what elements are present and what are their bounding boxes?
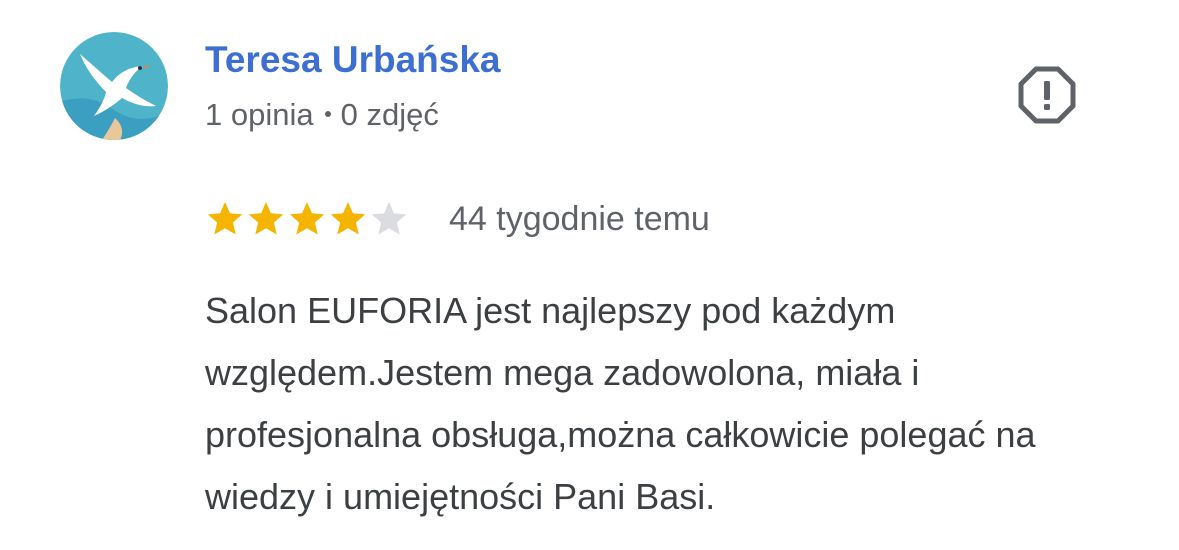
star-filled-icon <box>287 200 327 236</box>
author-meta: 1 opinia 0 zdjęć <box>205 96 439 134</box>
review-date: 44 tygodnie temu <box>449 200 710 238</box>
author-name[interactable]: Teresa Urbańska <box>205 38 500 82</box>
report-icon <box>1018 66 1076 124</box>
reviews-count: 1 opinia <box>205 97 314 132</box>
review-card: Teresa Urbańska 1 opinia 0 zdjęć 44 tygod… <box>0 0 1179 550</box>
star-filled-icon <box>205 200 245 236</box>
separator-dot <box>324 110 331 117</box>
report-button[interactable] <box>1018 66 1076 124</box>
star-filled-icon <box>246 200 286 236</box>
avatar[interactable] <box>60 32 168 140</box>
seagull-avatar-icon <box>60 32 168 140</box>
star-empty-icon <box>369 200 409 236</box>
review-text: Salon EUFORIA jest najlepszy pod każdym … <box>205 290 1036 517</box>
star-rating <box>205 200 410 236</box>
photos-count: 0 zdjęć <box>340 97 439 132</box>
star-filled-icon <box>328 200 368 236</box>
